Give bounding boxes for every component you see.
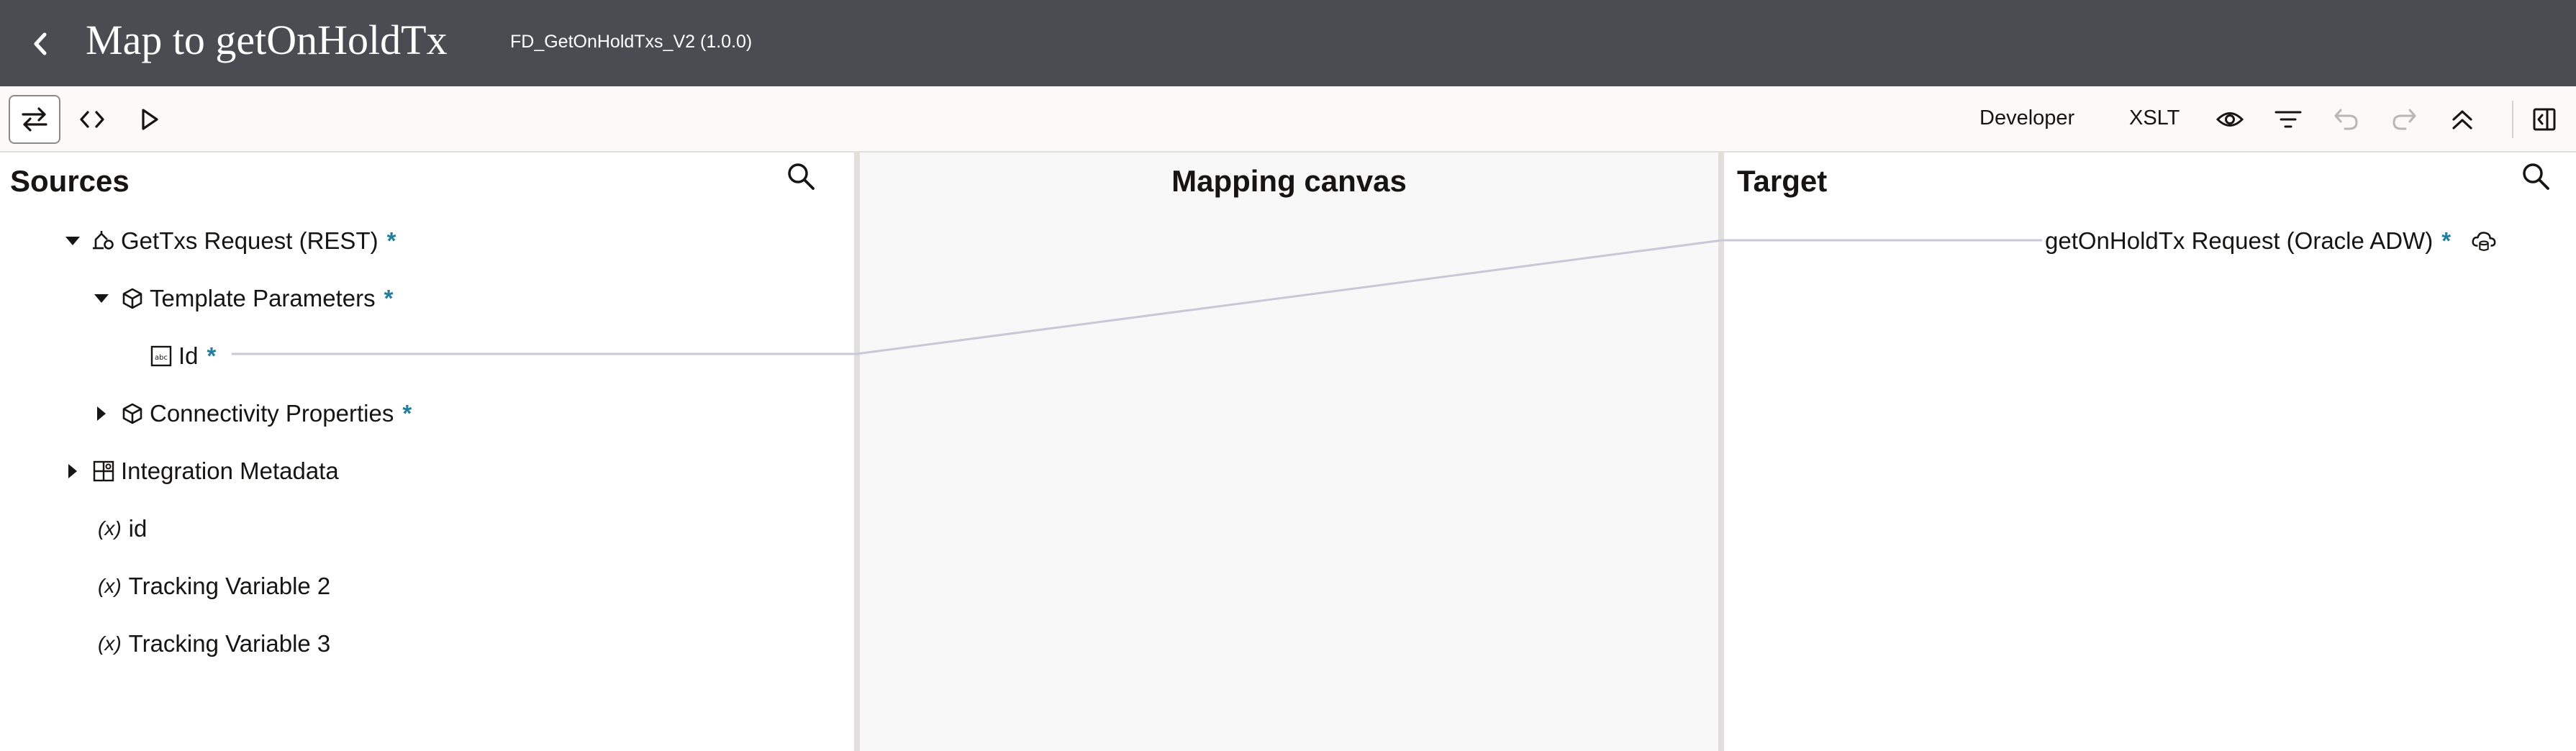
search-icon	[2523, 163, 2549, 190]
sources-panel: Sources GetTxs Request (REST) * Template…	[0, 153, 854, 751]
search-icon	[788, 163, 815, 190]
mapper-toolbar: Developer XSLT	[0, 86, 2576, 153]
rest-endpoint-icon	[91, 228, 117, 254]
mapping-canvas-title: Mapping canvas	[1171, 164, 1407, 198]
svg-text:abc: abc	[155, 354, 168, 362]
panel-toggle-icon	[2533, 108, 2556, 131]
eye-icon	[2216, 112, 2244, 127]
required-marker: *	[402, 400, 412, 427]
id-field-node[interactable]: abc Id *	[148, 336, 216, 376]
target-title: Target	[1737, 164, 1828, 198]
collapse-all-icon	[2452, 110, 2472, 129]
source-root-label: GetTxs Request (REST)	[121, 227, 378, 254]
required-marker: *	[2441, 227, 2452, 254]
target-panel: Target getOnHoldTx Request (Oracle ADW) …	[1725, 153, 2576, 751]
source-root-node[interactable]: GetTxs Request (REST) *	[62, 221, 396, 261]
template-parameters-node[interactable]: Template Parameters *	[91, 278, 393, 319]
panel-divider-right[interactable]	[1718, 153, 1724, 751]
code-icon	[80, 111, 104, 128]
toggle-panel-button[interactable]	[2526, 101, 2563, 138]
variable-icon: (x)	[98, 632, 122, 655]
back-button[interactable]	[16, 19, 66, 69]
variable-icon: (x)	[98, 517, 122, 540]
caret-right-icon[interactable]	[62, 460, 83, 482]
tracking-variable-2-label: Tracking Variable 2	[128, 573, 331, 599]
tracking-variable-3-label: Tracking Variable 3	[128, 630, 331, 657]
variable-icon: (x)	[98, 575, 122, 597]
toolbar-divider	[2512, 101, 2513, 138]
connectivity-properties-label: Connectivity Properties	[150, 400, 394, 427]
template-parameters-label: Template Parameters	[150, 285, 376, 311]
xslt-toggle[interactable]: XSLT	[2129, 106, 2180, 130]
undo-icon	[2334, 109, 2358, 130]
caret-right-icon[interactable]	[91, 403, 112, 424]
play-icon	[142, 109, 158, 130]
caret-down-icon[interactable]	[91, 288, 112, 309]
view-options-button[interactable]	[2211, 101, 2249, 138]
chevron-left-icon	[34, 32, 47, 55]
integration-metadata-node[interactable]: Integration Metadata	[62, 451, 339, 491]
developer-mode-toggle[interactable]: Developer	[1979, 106, 2074, 130]
target-search-button[interactable]	[2518, 158, 2554, 194]
integration-name: FD_GetOnHoldTxs_V2 (1.0.0)	[510, 32, 753, 52]
target-root-label: getOnHoldTx Request (Oracle ADW)	[2045, 227, 2434, 254]
required-marker: *	[207, 342, 217, 369]
metadata-grid-icon	[91, 458, 117, 484]
required-marker: *	[386, 227, 396, 254]
id-field-label: Id	[178, 342, 199, 369]
sources-search-button[interactable]	[783, 158, 819, 194]
target-root-node[interactable]: getOnHoldTx Request (Oracle ADW) *	[2045, 221, 2501, 261]
connectivity-properties-node[interactable]: Connectivity Properties *	[91, 393, 412, 434]
test-button[interactable]	[128, 95, 171, 144]
mapping-view-button[interactable]	[9, 95, 60, 144]
code-view-button[interactable]	[71, 95, 114, 144]
variable-id-node[interactable]: (x) id	[98, 509, 147, 549]
page-title: Map to getOnHoldTx	[86, 17, 448, 63]
undo-button[interactable]	[2328, 101, 2365, 138]
filter-icon	[2275, 111, 2302, 128]
string-field-icon: abc	[148, 343, 174, 369]
redo-button[interactable]	[2385, 101, 2423, 138]
swap-icon	[22, 107, 47, 132]
mapping-canvas-panel: Mapping canvas	[860, 153, 1718, 751]
page-header: Map to getOnHoldTx FD_GetOnHoldTxs_V2 (1…	[0, 0, 2576, 86]
required-marker: *	[384, 285, 394, 311]
tracking-variable-2-node[interactable]: (x) Tracking Variable 2	[98, 566, 330, 606]
caret-down-icon[interactable]	[62, 230, 83, 252]
collapse-all-button[interactable]	[2444, 101, 2481, 138]
cloud-database-icon	[2471, 228, 2497, 254]
variable-id-label: id	[128, 515, 148, 542]
filter-button[interactable]	[2269, 101, 2307, 138]
redo-icon	[2393, 109, 2416, 130]
cube-icon	[119, 286, 145, 311]
panel-divider-left[interactable]	[854, 153, 860, 751]
sources-title: Sources	[10, 164, 130, 198]
cube-icon	[119, 401, 145, 427]
integration-metadata-label: Integration Metadata	[121, 458, 339, 484]
tracking-variable-3-node[interactable]: (x) Tracking Variable 3	[98, 624, 330, 664]
